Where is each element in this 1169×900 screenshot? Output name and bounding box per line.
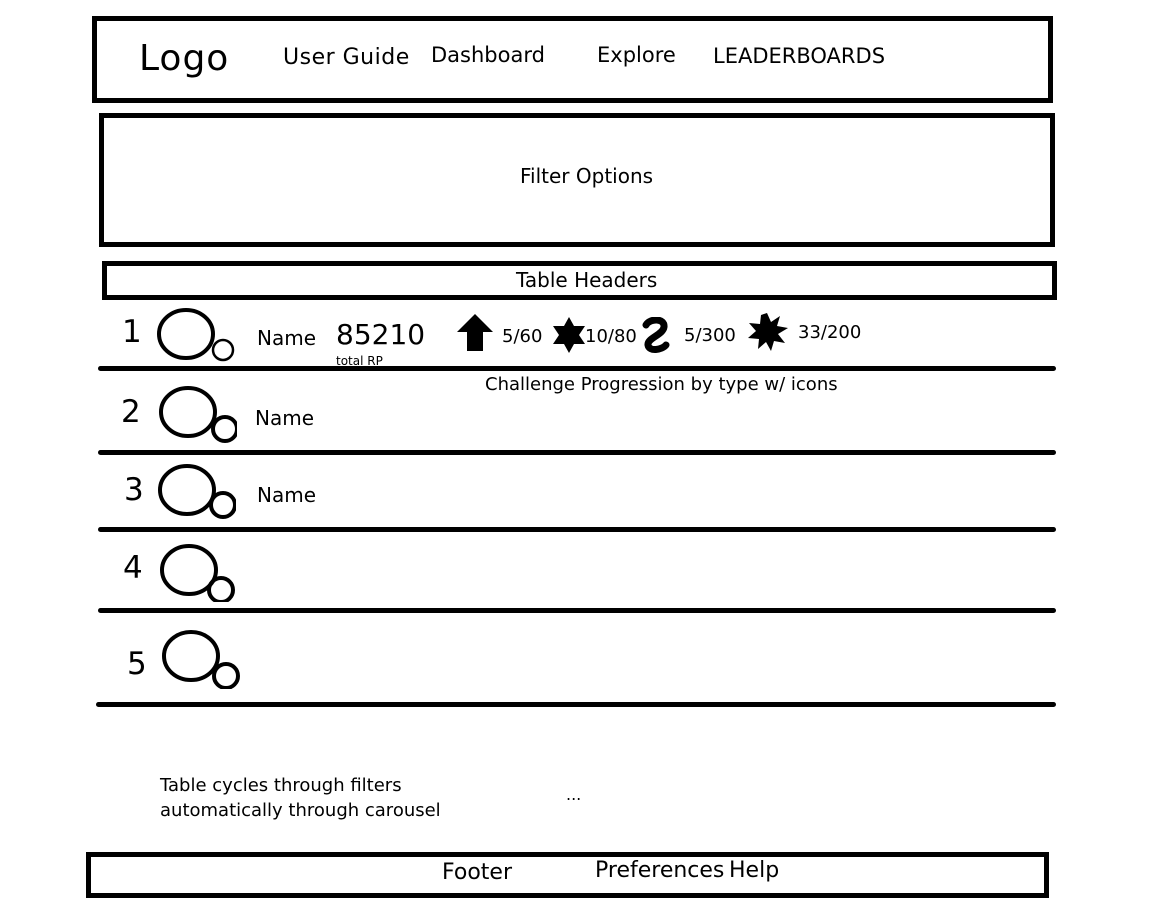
nav-user-guide[interactable]: User Guide bbox=[283, 45, 410, 70]
nav-explore[interactable]: Explore bbox=[597, 43, 676, 67]
row-3-rank: 3 bbox=[124, 472, 144, 508]
challenge-progression-caption: Challenge Progression by type w/ icons bbox=[485, 374, 838, 395]
help-link[interactable]: Help bbox=[729, 858, 779, 883]
total-rp-value: 85210 bbox=[336, 318, 426, 351]
row-divider bbox=[98, 608, 1056, 613]
footer-bar bbox=[86, 852, 1049, 898]
star-six-point-icon bbox=[553, 317, 585, 353]
avatar-icon bbox=[157, 308, 235, 362]
challenge-progress-4: 33/200 bbox=[798, 322, 862, 343]
avatar-icon bbox=[160, 544, 235, 602]
row-divider bbox=[98, 527, 1056, 532]
row-1-rank: 1 bbox=[122, 314, 142, 350]
filter-options-label: Filter Options bbox=[520, 164, 654, 188]
challenge-progress-1: 5/60 bbox=[502, 326, 543, 347]
preferences-link[interactable]: Preferences bbox=[595, 858, 724, 883]
footer-label: Footer bbox=[442, 860, 512, 885]
row-divider bbox=[98, 450, 1056, 455]
challenge-progress-3: 5/300 bbox=[684, 325, 736, 346]
row-1-name[interactable]: Name bbox=[257, 326, 316, 350]
row-2-name[interactable]: Name bbox=[255, 406, 314, 430]
nav-dashboard[interactable]: Dashboard bbox=[431, 43, 545, 67]
row-5-rank: 5 bbox=[127, 646, 147, 682]
row-4-rank: 4 bbox=[123, 550, 143, 586]
more-ellipsis: ... bbox=[566, 785, 582, 804]
burst-icon bbox=[748, 313, 788, 351]
squiggle-icon bbox=[642, 317, 670, 353]
logo[interactable]: Logo bbox=[139, 38, 229, 79]
row-divider bbox=[96, 702, 1056, 707]
avatar-icon bbox=[162, 630, 240, 689]
row-divider bbox=[98, 366, 1056, 371]
row-2-rank: 2 bbox=[121, 394, 141, 430]
challenge-progress-2: 10/80 bbox=[585, 326, 637, 347]
arrow-up-icon bbox=[457, 314, 493, 351]
avatar-icon bbox=[159, 386, 237, 443]
table-header-label: Table Headers bbox=[516, 268, 658, 292]
nav-leaderboards[interactable]: LEADERBOARDS bbox=[713, 44, 885, 68]
carousel-note: Table cycles through filters automatical… bbox=[160, 775, 441, 821]
avatar-icon bbox=[158, 464, 236, 519]
row-3-name[interactable]: Name bbox=[257, 483, 316, 507]
top-navigation-bar bbox=[92, 16, 1053, 103]
